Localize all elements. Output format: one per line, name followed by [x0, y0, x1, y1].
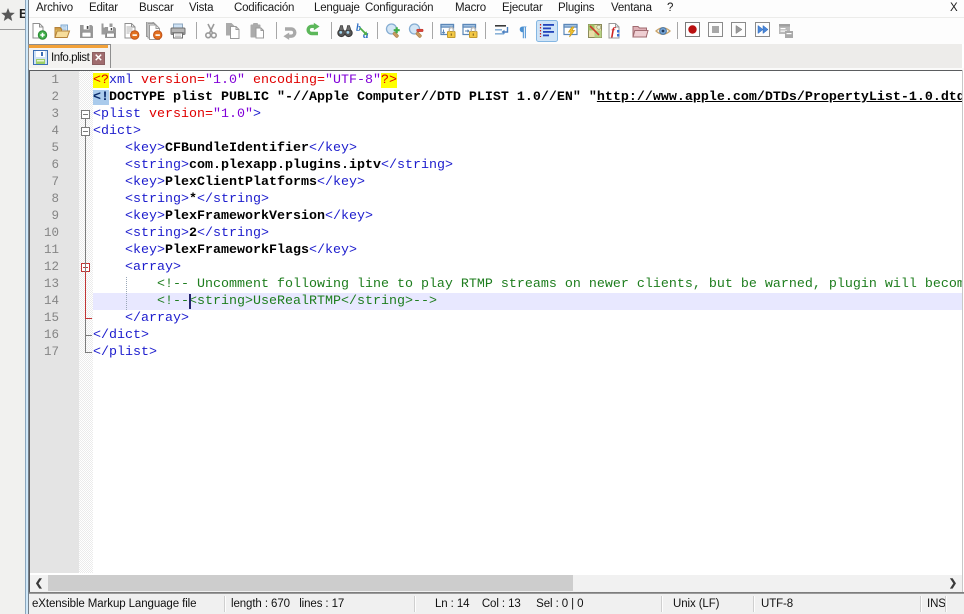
svg-text:¶: ¶: [519, 24, 527, 40]
